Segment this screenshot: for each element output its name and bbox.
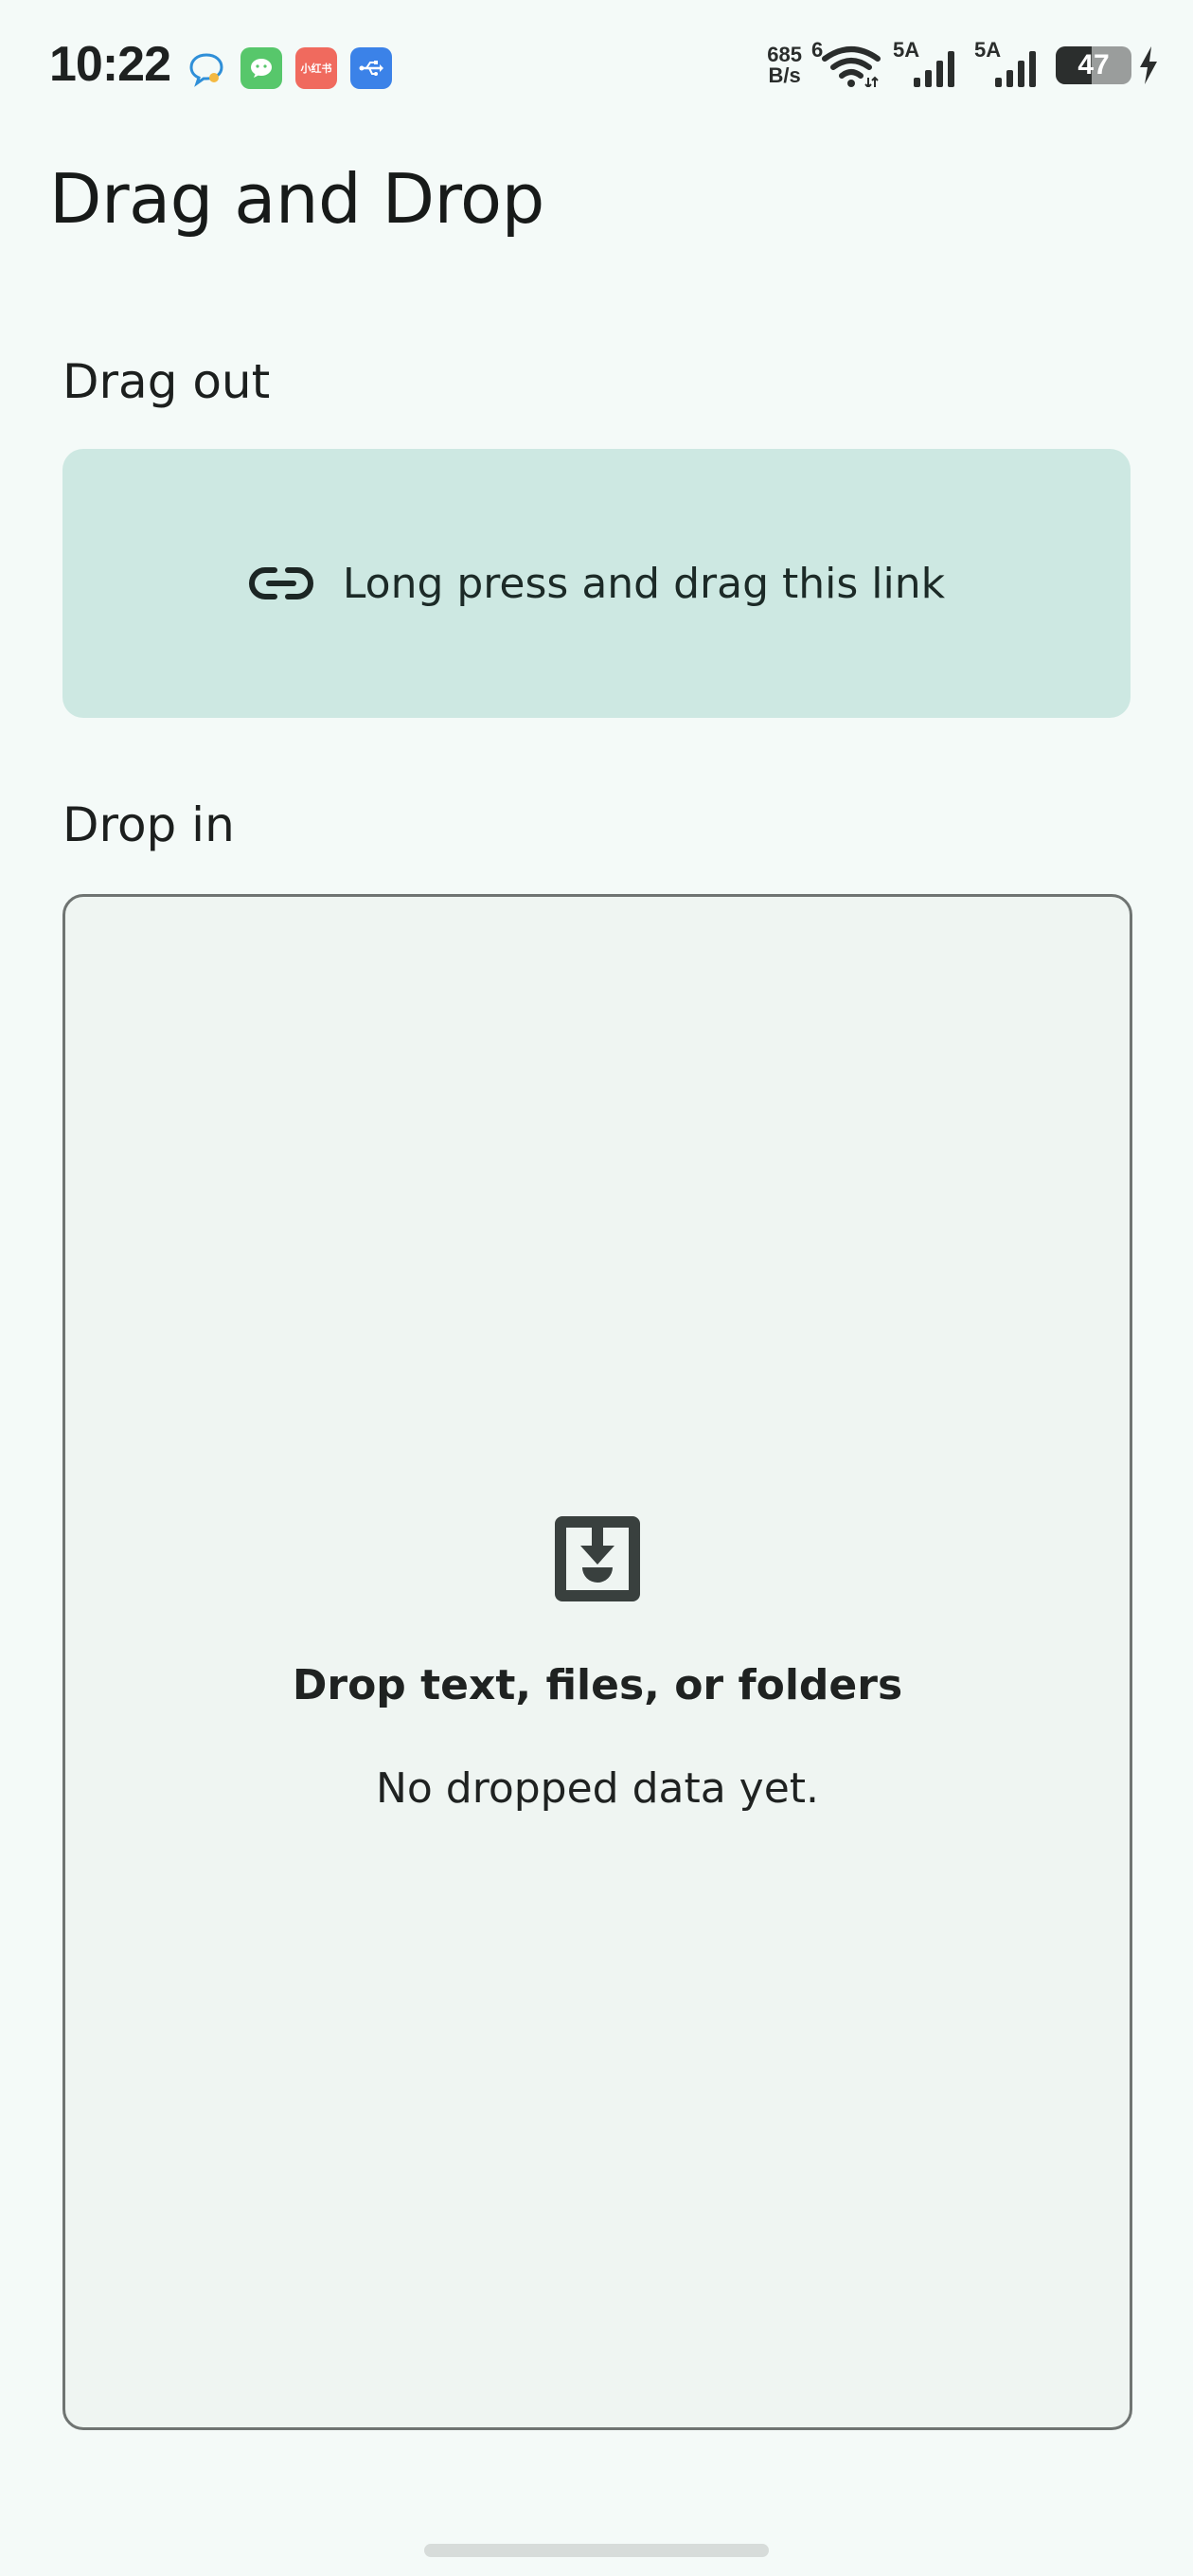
drag-out-label: Drag out	[62, 354, 271, 409]
system-icons: 685 B/s 6 5A 5A 47	[767, 38, 1159, 89]
network-speed-unit: B/s	[768, 63, 801, 87]
status-bar: 10:22 小红书 685 B/s 6 5A 5A 47	[0, 0, 1193, 142]
network-speed: 685 B/s	[767, 45, 802, 86]
notification-icons: 小红书	[186, 47, 392, 89]
cell-signal-icon	[995, 51, 1036, 87]
usb-icon	[350, 47, 392, 89]
chat-bubble-icon	[186, 47, 227, 89]
drop-zone-status: No dropped data yet.	[375, 1764, 820, 1813]
xiaohongshu-text: 小红书	[300, 63, 332, 75]
battery-level: 47	[1077, 49, 1110, 80]
sim2-signal: 5A	[974, 38, 1046, 89]
drag-link-text: Long press and drag this link	[342, 559, 946, 608]
page-title: Drag and Drop	[49, 159, 544, 239]
wifi-signal: 6	[811, 38, 883, 89]
battery-indicator: 47	[1056, 46, 1131, 84]
cell-signal-icon	[914, 51, 954, 87]
xiaohongshu-icon: 小红书	[295, 47, 337, 89]
link-icon	[248, 564, 314, 602]
battery-icon: 47	[1056, 46, 1131, 84]
drag-link-card[interactable]: Long press and drag this link	[62, 449, 1131, 718]
charging-bolt-icon	[1140, 46, 1157, 84]
wifi-icon	[822, 46, 881, 87]
wechat-icon	[240, 47, 282, 89]
inbox-download-icon	[555, 1516, 640, 1601]
home-indicator[interactable]	[424, 2544, 769, 2557]
drop-zone-title: Drop text, files, or folders	[292, 1661, 903, 1709]
drop-zone-content: Drop text, files, or folders No dropped …	[293, 1512, 902, 1813]
status-time: 10:22	[49, 37, 171, 92]
sim1-signal: 5A	[893, 38, 965, 89]
drop-zone[interactable]: Drop text, files, or folders No dropped …	[62, 894, 1132, 2430]
drop-in-label: Drop in	[62, 797, 235, 852]
network-speed-value: 685	[767, 43, 802, 66]
